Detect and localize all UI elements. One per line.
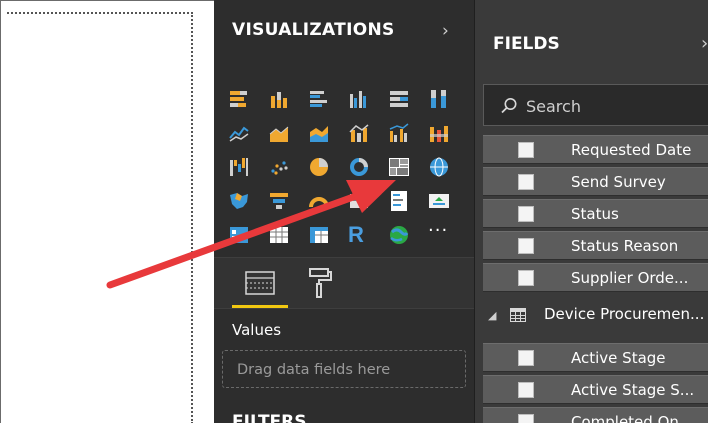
paint-roller-icon (309, 268, 332, 298)
waterfall-chart-icon[interactable] (228, 156, 250, 178)
clustered-column-chart-icon[interactable] (348, 88, 370, 110)
filters-header[interactable]: FILTERS (232, 412, 307, 423)
field-checkbox[interactable] (518, 350, 534, 366)
field-checkbox[interactable] (518, 142, 534, 158)
pie-chart-icon[interactable] (308, 156, 330, 178)
table-icon (510, 308, 526, 322)
field-item-completed-on[interactable]: Completed On (483, 407, 708, 423)
app-window: VISUALIZATIONS › R ··· Values Drag data … (0, 0, 708, 423)
field-label: Requested Date (571, 141, 692, 159)
field-checkbox[interactable] (518, 174, 534, 190)
canvas-visual-placeholder[interactable] (7, 12, 193, 423)
table-device-procurement[interactable]: ◢ Device Procuremen... (483, 300, 708, 332)
funnel-icon[interactable] (268, 190, 290, 212)
fields-well-icon (245, 271, 275, 295)
slicer-icon[interactable] (228, 224, 250, 246)
stacked-bar-chart-icon[interactable] (228, 88, 250, 110)
field-item-send-survey[interactable]: Send Survey (483, 167, 708, 196)
active-tab-indicator (232, 305, 288, 308)
100-stacked-bar-chart-icon[interactable] (388, 88, 410, 110)
field-checkbox[interactable] (518, 206, 534, 222)
chevron-right-icon[interactable]: › (442, 21, 449, 41)
field-checkbox[interactable] (518, 382, 534, 398)
report-canvas[interactable] (0, 0, 214, 423)
stacked-area-chart-icon[interactable] (308, 122, 330, 144)
area-chart-icon[interactable] (268, 122, 290, 144)
kpi-icon[interactable] (428, 190, 450, 212)
search-input[interactable] (526, 95, 696, 117)
visualizations-title: VISUALIZATIONS (232, 20, 395, 40)
more-label: ··· (428, 220, 449, 241)
visualizations-pane: VISUALIZATIONS › R ··· Values Drag data … (214, 0, 474, 423)
card-icon[interactable] (348, 190, 370, 212)
field-item-status-reason[interactable]: Status Reason (483, 231, 708, 260)
table-label: Device Procuremen... (544, 305, 705, 323)
scatter-chart-icon[interactable] (268, 156, 290, 178)
field-label: Active Stage (571, 349, 666, 367)
donut-chart-icon[interactable] (348, 156, 370, 178)
field-label: Completed On (571, 413, 679, 423)
line-chart-icon[interactable] (228, 122, 250, 144)
matrix-icon[interactable] (308, 224, 330, 246)
field-item-active-stage[interactable]: Active Stage (483, 343, 708, 372)
chevron-right-icon[interactable]: › (701, 33, 708, 54)
fields-title: FIELDS (493, 34, 560, 54)
fields-search-box[interactable] (483, 84, 708, 126)
field-label: Status (571, 205, 619, 223)
clustered-bar-chart-icon[interactable] (308, 88, 330, 110)
field-label: Supplier Orde... (571, 269, 689, 287)
field-item-status[interactable]: Status (483, 199, 708, 228)
100-stacked-column-chart-icon[interactable] (428, 88, 450, 110)
map-icon[interactable] (428, 156, 450, 178)
field-item-active-stage-s[interactable]: Active Stage S... (483, 375, 708, 404)
stacked-column-chart-icon[interactable] (268, 88, 290, 110)
field-checkbox[interactable] (518, 414, 534, 423)
expand-collapse-icon[interactable]: ◢ (488, 309, 496, 322)
values-well-label: Values (232, 321, 282, 339)
line-and-clustered-column-chart-icon[interactable] (388, 122, 410, 144)
treemap-icon[interactable] (388, 156, 410, 178)
more-options-icon[interactable]: ··· (428, 220, 450, 246)
field-checkbox[interactable] (518, 270, 534, 286)
fields-pane: FIELDS › Requested Date Send Survey Stat… (474, 0, 708, 423)
search-icon (501, 98, 517, 114)
r-label: R (348, 222, 364, 247)
multi-row-card-icon[interactable] (388, 190, 410, 212)
field-label: Active Stage S... (571, 381, 695, 399)
field-label: Send Survey (571, 173, 666, 191)
ribbon-chart-icon[interactable] (428, 122, 450, 144)
line-and-stacked-column-chart-icon[interactable] (348, 122, 370, 144)
field-item-supplier-order[interactable]: Supplier Orde... (483, 263, 708, 292)
tab-fields[interactable] (232, 264, 288, 308)
r-script-visual-icon[interactable]: R (348, 224, 370, 246)
field-label: Status Reason (571, 237, 679, 255)
field-item-requested-date[interactable]: Requested Date (483, 135, 708, 164)
filled-map-icon[interactable] (228, 190, 250, 212)
table-icon[interactable] (268, 224, 290, 246)
field-checkbox[interactable] (518, 238, 534, 254)
tab-format[interactable] (306, 266, 334, 300)
arcgis-map-icon[interactable] (388, 224, 410, 246)
values-drop-zone[interactable]: Drag data fields here (222, 350, 466, 388)
gauge-icon[interactable] (308, 190, 330, 212)
